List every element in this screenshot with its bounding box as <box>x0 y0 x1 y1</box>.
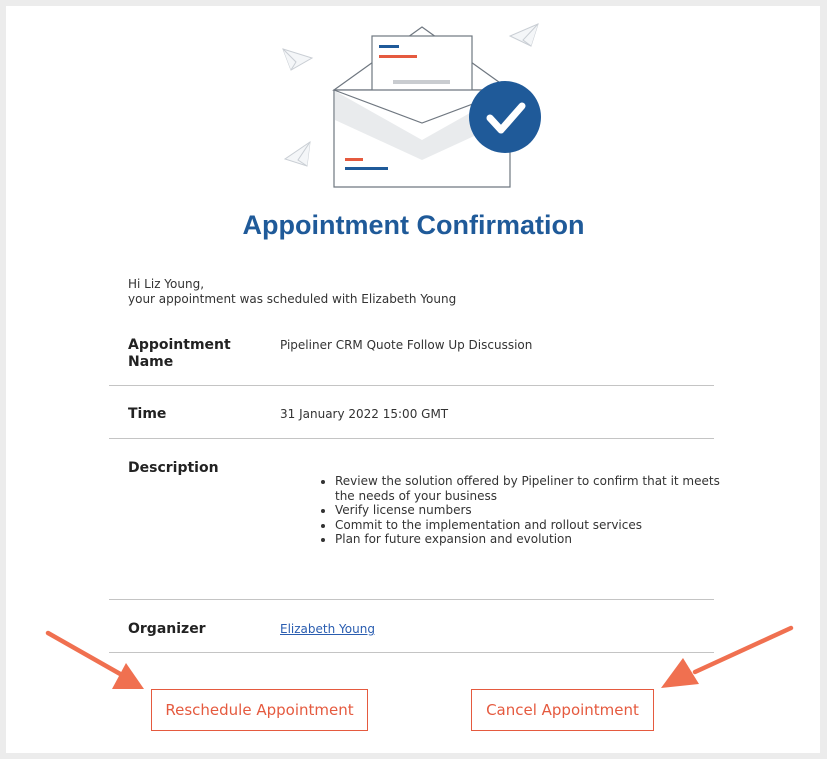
page-title: Appointment Confirmation <box>242 210 585 240</box>
description-list: Review the solution offered by Pipeliner… <box>316 474 725 547</box>
divider <box>109 385 714 386</box>
appointment-name-label: Appointment Name <box>128 337 231 370</box>
appointment-name-value: Pipeliner CRM Quote Follow Up Discussion <box>280 338 533 352</box>
greeting-line: your appointment was scheduled with Eliz… <box>128 292 457 306</box>
divider <box>109 599 714 600</box>
paper-plane-icon <box>508 23 539 47</box>
arrow-annotation-icon <box>661 625 794 688</box>
greeting: Hi Liz Young, your appointment was sched… <box>128 277 456 307</box>
cancel-appointment-button[interactable]: Cancel Appointment <box>471 689 654 731</box>
description-label: Description <box>128 460 219 476</box>
envelope-illustration <box>282 23 541 188</box>
time-label: Time <box>128 406 167 422</box>
arrow-annotation-icon <box>45 630 144 689</box>
list-item: Verify license numbers <box>335 503 725 518</box>
paper-plane-icon <box>282 48 314 71</box>
greeting-line: Hi Liz Young, <box>128 277 205 291</box>
checkmark-badge-icon <box>469 81 541 153</box>
list-item: Plan for future expansion and evolution <box>335 532 725 547</box>
paper-plane-icon <box>283 140 311 167</box>
divider <box>109 652 714 653</box>
list-item: Commit to the implementation and rollout… <box>335 518 725 533</box>
divider <box>109 438 714 439</box>
reschedule-appointment-button[interactable]: Reschedule Appointment <box>151 689 368 731</box>
organizer-link[interactable]: Elizabeth Young <box>280 622 375 636</box>
list-item: Review the solution offered by Pipeliner… <box>335 474 725 503</box>
time-value: 31 January 2022 15:00 GMT <box>280 407 449 421</box>
